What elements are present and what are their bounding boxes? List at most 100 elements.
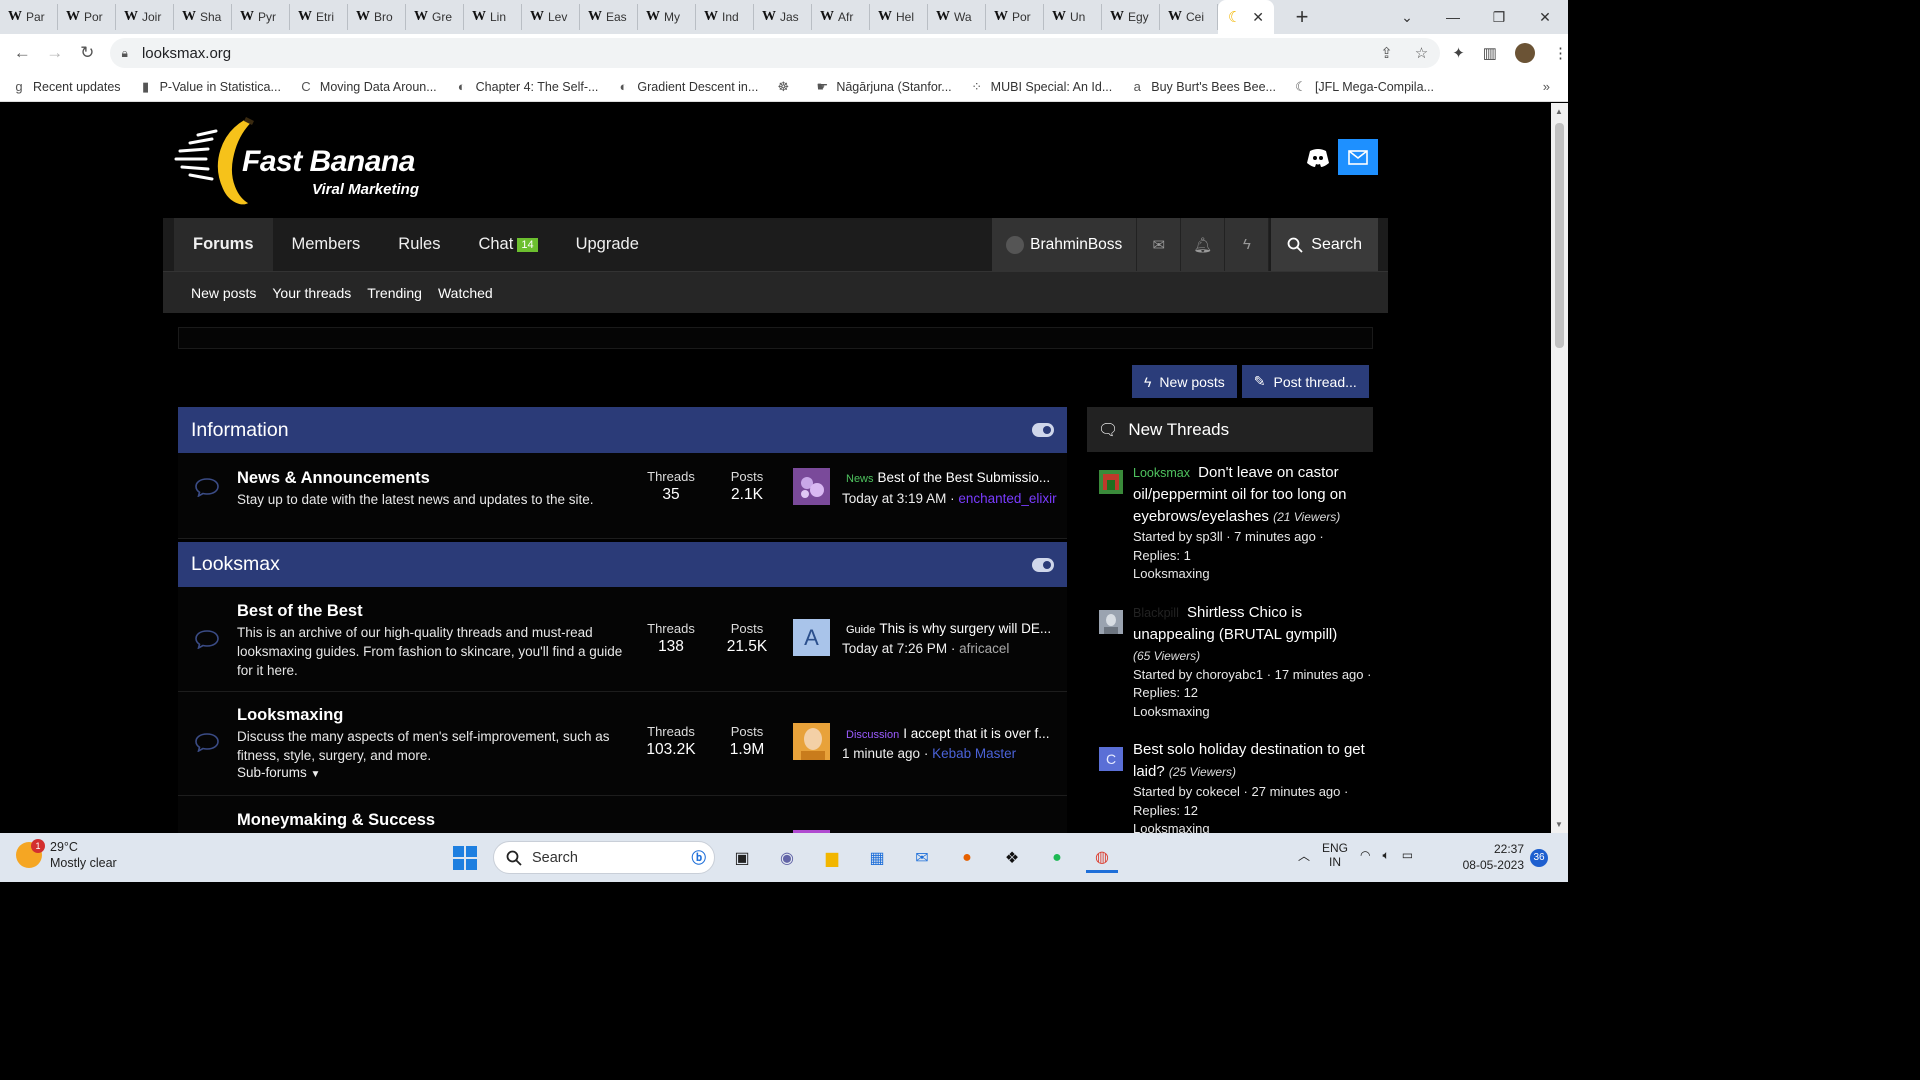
back-button[interactable]: ← <box>6 43 39 63</box>
subnav-new-posts[interactable]: New posts <box>191 285 256 301</box>
browser-tab[interactable]: W Joir <box>116 4 174 30</box>
last-poster-avatar[interactable]: A <box>793 619 830 656</box>
subnav-watched[interactable]: Watched <box>438 285 493 301</box>
more-bookmarks-icon[interactable]: » <box>1543 79 1550 94</box>
alerts-bell-icon[interactable]: 🔔︎ <box>1181 218 1226 271</box>
minimize-button[interactable]: — <box>1430 9 1476 25</box>
clock[interactable]: 22:37 08-05-2023 <box>1456 841 1524 873</box>
site-logo[interactable]: Fast Banana Viral Marketing <box>172 115 434 210</box>
chrome-icon[interactable]: ◍ <box>1086 843 1118 873</box>
section-title[interactable]: Information <box>191 419 289 442</box>
last-post-user[interactable]: africacel <box>959 641 1009 656</box>
reload-button[interactable]: ↻ <box>71 43 104 63</box>
new-posts-button[interactable]: ϟ New posts <box>1132 365 1237 398</box>
thread-forum[interactable]: Looksmaxing <box>1133 820 1373 833</box>
browser-tab[interactable]: W Etri <box>290 4 348 30</box>
nav-members[interactable]: Members <box>273 218 380 271</box>
nav-chat[interactable]: Chat 14 <box>459 218 556 271</box>
teams-chat-icon[interactable]: ◉ <box>771 843 803 873</box>
thread-forum[interactable]: Looksmaxing <box>1133 703 1373 722</box>
lock-icon[interactable]: 🔒︎ <box>122 46 128 61</box>
bookmark-item[interactable]: g Recent updates <box>12 79 120 94</box>
last-post-title[interactable]: Guide This is why surgery will DE... <box>846 621 1056 636</box>
last-post-user[interactable]: enchanted_elixir <box>958 491 1056 506</box>
mail-app-icon[interactable]: ✉ <box>906 843 938 873</box>
browser-tab[interactable]: W Ind <box>696 4 754 30</box>
close-window-button[interactable]: ✕ <box>1522 9 1568 26</box>
discord-icon[interactable] <box>1306 147 1330 169</box>
subnav-your-threads[interactable]: Your threads <box>272 285 351 301</box>
thread-author-avatar[interactable]: C <box>1099 747 1123 771</box>
forum-title[interactable]: News & Announcements <box>237 469 430 488</box>
collapse-toggle[interactable] <box>1032 423 1054 437</box>
browser-tab[interactable]: W Pyr <box>232 4 290 30</box>
language-indicator[interactable]: ENG IN <box>1322 841 1348 869</box>
bookmark-item[interactable]: C Moving Data Aroun... <box>299 79 436 94</box>
browser-tab[interactable]: W Egy <box>1102 4 1160 30</box>
section-title[interactable]: Looksmax <box>191 553 280 576</box>
browser-tab[interactable]: W Un <box>1044 4 1102 30</box>
close-tab-icon[interactable]: ✕ <box>1252 9 1264 26</box>
volume-icon[interactable]: 🔈︎ <box>1383 848 1390 863</box>
scroll-up-arrow-icon[interactable]: ▲ <box>1555 107 1563 116</box>
tray-chevron-icon[interactable]: ︿ <box>1298 847 1310 864</box>
firefox-icon[interactable]: ● <box>951 843 983 873</box>
search-button[interactable]: Search <box>1271 218 1378 271</box>
dropbox-icon[interactable]: ❖ <box>996 843 1028 873</box>
browser-tab[interactable]: W Por <box>58 4 116 30</box>
page-scrollbar[interactable]: ▲ ▼ <box>1551 103 1568 833</box>
omnibox[interactable]: 🔒︎ looksmax.org ⇪ ☆ <box>109 38 1441 68</box>
taskbar-search[interactable]: Search ⓑ <box>493 841 715 874</box>
active-tab[interactable]: ☾ ✕ <box>1218 0 1274 34</box>
bookmark-item[interactable]: ☛ Nāgārjuna (Stanfor... <box>815 79 951 95</box>
browser-tab[interactable]: W Lin <box>464 4 522 30</box>
bing-icon[interactable]: ⓑ <box>692 847 707 868</box>
file-explorer-icon[interactable]: ▆ <box>816 843 848 873</box>
nav-forums[interactable]: Forums <box>174 218 273 271</box>
browser-tab[interactable]: W Por <box>986 4 1044 30</box>
contact-mail-button[interactable] <box>1338 139 1378 175</box>
thread-author-avatar[interactable] <box>1099 470 1123 494</box>
microsoft-store-icon[interactable]: ▦ <box>861 843 893 873</box>
browser-tab[interactable]: W Jas <box>754 4 812 30</box>
browser-tab[interactable]: W My <box>638 4 696 30</box>
url-text[interactable]: looksmax.org <box>142 45 231 62</box>
thread-author-avatar[interactable] <box>1099 609 1123 634</box>
browser-tab[interactable]: W Eas <box>580 4 638 30</box>
subforums-toggle[interactable]: Sub-forums ▼ <box>237 765 320 780</box>
browser-tab[interactable]: W Sha <box>174 4 232 30</box>
new-tab-button[interactable]: + <box>1284 4 1320 30</box>
maximize-button[interactable]: ❐ <box>1476 9 1522 26</box>
account-menu[interactable]: BrahminBoss <box>992 218 1138 271</box>
bookmark-item[interactable]: ◐ Gradient Descent in... <box>616 79 758 94</box>
windows-start-icon[interactable] <box>453 846 477 870</box>
post-thread-button[interactable]: ✎ Post thread... <box>1241 365 1369 398</box>
share-icon[interactable]: ⇪ <box>1380 44 1393 62</box>
bookmark-item[interactable]: ◐ Chapter 4: The Self-... <box>455 79 599 94</box>
browser-tab[interactable]: W Lev <box>522 4 580 30</box>
last-poster-avatar[interactable] <box>793 723 830 760</box>
bookmark-item[interactable]: ⁘ MUBI Special: An Id... <box>970 79 1112 95</box>
last-post-user[interactable]: Kebab Master <box>932 746 1016 761</box>
bookmark-star-icon[interactable]: ☆ <box>1415 44 1428 62</box>
last-poster-avatar[interactable] <box>793 468 830 505</box>
extensions-puzzle-icon[interactable]: ✦ <box>1452 44 1465 62</box>
last-post-time[interactable]: 1 minute ago <box>842 746 920 761</box>
thread-title[interactable]: Blackpill Shirtless Chico is unappealing… <box>1133 602 1373 646</box>
forum-title[interactable]: Looksmaxing <box>237 706 343 725</box>
wifi-icon[interactable]: ◠ <box>1360 848 1370 862</box>
collapse-toggle[interactable] <box>1032 557 1054 572</box>
bookmark-item[interactable]: ☾ [JFL Mega-Compila... <box>1294 79 1434 95</box>
forward-button[interactable]: → <box>39 43 72 63</box>
task-view-icon[interactable]: ▣ <box>726 843 758 873</box>
bookmark-item[interactable]: a Buy Burt's Bees Bee... <box>1130 79 1276 94</box>
profile-avatar[interactable] <box>1514 43 1535 63</box>
weather-widget[interactable]: 1 29°C Mostly clear <box>16 839 117 871</box>
last-post-title[interactable]: News Best of the Best Submissio... <box>846 470 1056 485</box>
thread-title[interactable]: Looksmax Don't leave on castor oil/peppe… <box>1133 462 1373 528</box>
scrollbar-thumb[interactable] <box>1555 123 1564 348</box>
thread-title[interactable]: Best solo holiday destination to get lai… <box>1133 739 1373 783</box>
side-panel-icon[interactable]: ▥ <box>1483 44 1497 62</box>
battery-icon[interactable]: ▭ <box>1402 848 1413 862</box>
tab-search-icon[interactable]: ⌄ <box>1384 9 1430 26</box>
